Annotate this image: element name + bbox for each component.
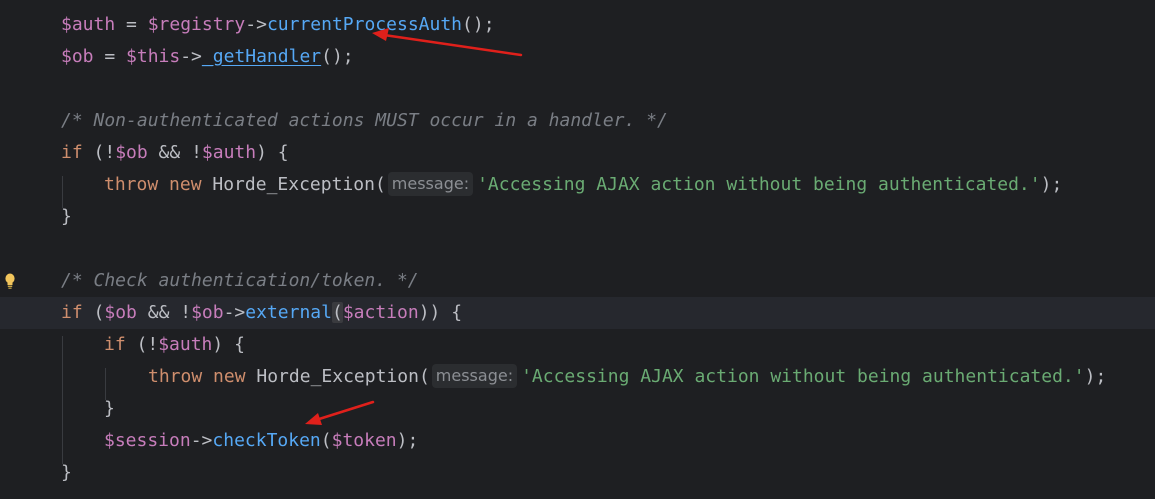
close-paren-brace: ) { xyxy=(256,142,289,163)
code-line-current[interactable]: if ($ob && !$ob->external($action)) { xyxy=(0,297,1155,329)
current-process-auth-method[interactable]: currentProcessAuth xyxy=(267,14,462,35)
open-paren-matched: ( xyxy=(331,302,343,323)
code-line[interactable]: /* Check authentication/token. */ xyxy=(0,265,1155,297)
close-paren-semicolon: ); xyxy=(1084,366,1107,387)
external-method[interactable]: external xyxy=(245,302,332,323)
code-line[interactable]: } xyxy=(0,457,1155,489)
object-operator: -> xyxy=(190,430,213,451)
get-handler-method[interactable]: _getHandler xyxy=(202,46,321,67)
code-line[interactable]: throw new Horde_Exception(message: 'Acces… xyxy=(0,361,1155,393)
code-line[interactable]: $ob = $this->_getHandler(); xyxy=(0,41,1155,73)
code-line[interactable]: /* Non-authenticated actions MUST occur … xyxy=(0,105,1155,137)
closing-brace: } xyxy=(104,398,115,419)
open-paren: ( xyxy=(82,302,105,323)
error-string: 'Accessing AJAX action without being aut… xyxy=(521,366,1085,387)
assign-operator: = xyxy=(115,14,148,35)
close-paren-semicolon: ); xyxy=(396,430,419,451)
token-variable: $token xyxy=(331,430,397,451)
horde-exception-class[interactable]: Horde_Exception( xyxy=(202,174,385,195)
object-operator: -> xyxy=(223,302,246,323)
code-line[interactable]: $auth = $registry->currentProcessAuth(); xyxy=(0,9,1155,41)
parameter-hint-message: message: xyxy=(387,172,474,196)
closing-brace: } xyxy=(61,462,72,483)
throw-keyword: throw xyxy=(104,174,159,195)
closing-brace: } xyxy=(61,206,72,227)
code-line[interactable]: } xyxy=(0,201,1155,233)
new-keyword: new xyxy=(158,174,202,195)
assign-operator: = xyxy=(93,46,127,67)
ob-variable: $ob xyxy=(191,302,224,323)
error-string: 'Accessing AJAX action without being aut… xyxy=(477,174,1041,195)
auth-variable: $auth xyxy=(158,334,213,355)
close-paren-brace: )) { xyxy=(418,302,463,323)
code-line[interactable]: } xyxy=(0,393,1155,425)
check-token-method[interactable]: checkToken xyxy=(212,430,320,451)
code-line[interactable]: if (!$auth) { xyxy=(0,329,1155,361)
and-not-operator: && ! xyxy=(147,142,202,163)
parameter-hint-message: message: xyxy=(431,364,518,388)
object-operator: -> xyxy=(245,14,267,35)
lightbulb-icon[interactable] xyxy=(3,272,17,295)
ob-variable: $ob xyxy=(61,46,94,67)
if-keyword: if xyxy=(61,142,83,163)
horde-exception-class[interactable]: Horde_Exception( xyxy=(246,366,429,387)
object-operator: -> xyxy=(180,46,202,67)
code-line[interactable]: throw new Horde_Exception(message: 'Acces… xyxy=(0,169,1155,201)
throw-keyword: throw xyxy=(148,366,203,387)
paren-not: (! xyxy=(125,334,159,355)
auth-variable: $auth xyxy=(61,14,116,35)
new-keyword: new xyxy=(202,366,246,387)
ob-variable: $ob xyxy=(104,302,137,323)
call-parens: (); xyxy=(462,14,495,35)
code-line[interactable]: if (!$ob && !$auth) { xyxy=(0,137,1155,169)
session-variable: $session xyxy=(104,430,191,451)
code-line[interactable]: $session->checkToken($token); xyxy=(0,425,1155,457)
ob-variable: $ob xyxy=(115,142,148,163)
registry-variable: $registry xyxy=(147,14,246,35)
close-paren-brace: ) { xyxy=(212,334,245,355)
and-not-operator: && ! xyxy=(136,302,192,323)
comment-check-auth: /* Check authentication/token. */ xyxy=(61,270,419,291)
action-variable: $action xyxy=(342,302,419,323)
call-parens: (); xyxy=(321,46,354,67)
paren-not: (! xyxy=(82,142,116,163)
code-editor[interactable]: $auth = $registry->currentProcessAuth();… xyxy=(0,0,1155,499)
if-keyword: if xyxy=(61,302,83,323)
close-paren-semicolon: ); xyxy=(1040,174,1063,195)
comment-handler: /* Non-authenticated actions MUST occur … xyxy=(61,110,668,131)
auth-variable: $auth xyxy=(201,142,257,163)
open-paren: ( xyxy=(320,430,332,451)
if-keyword: if xyxy=(104,334,126,355)
this-variable: $this xyxy=(126,46,181,67)
